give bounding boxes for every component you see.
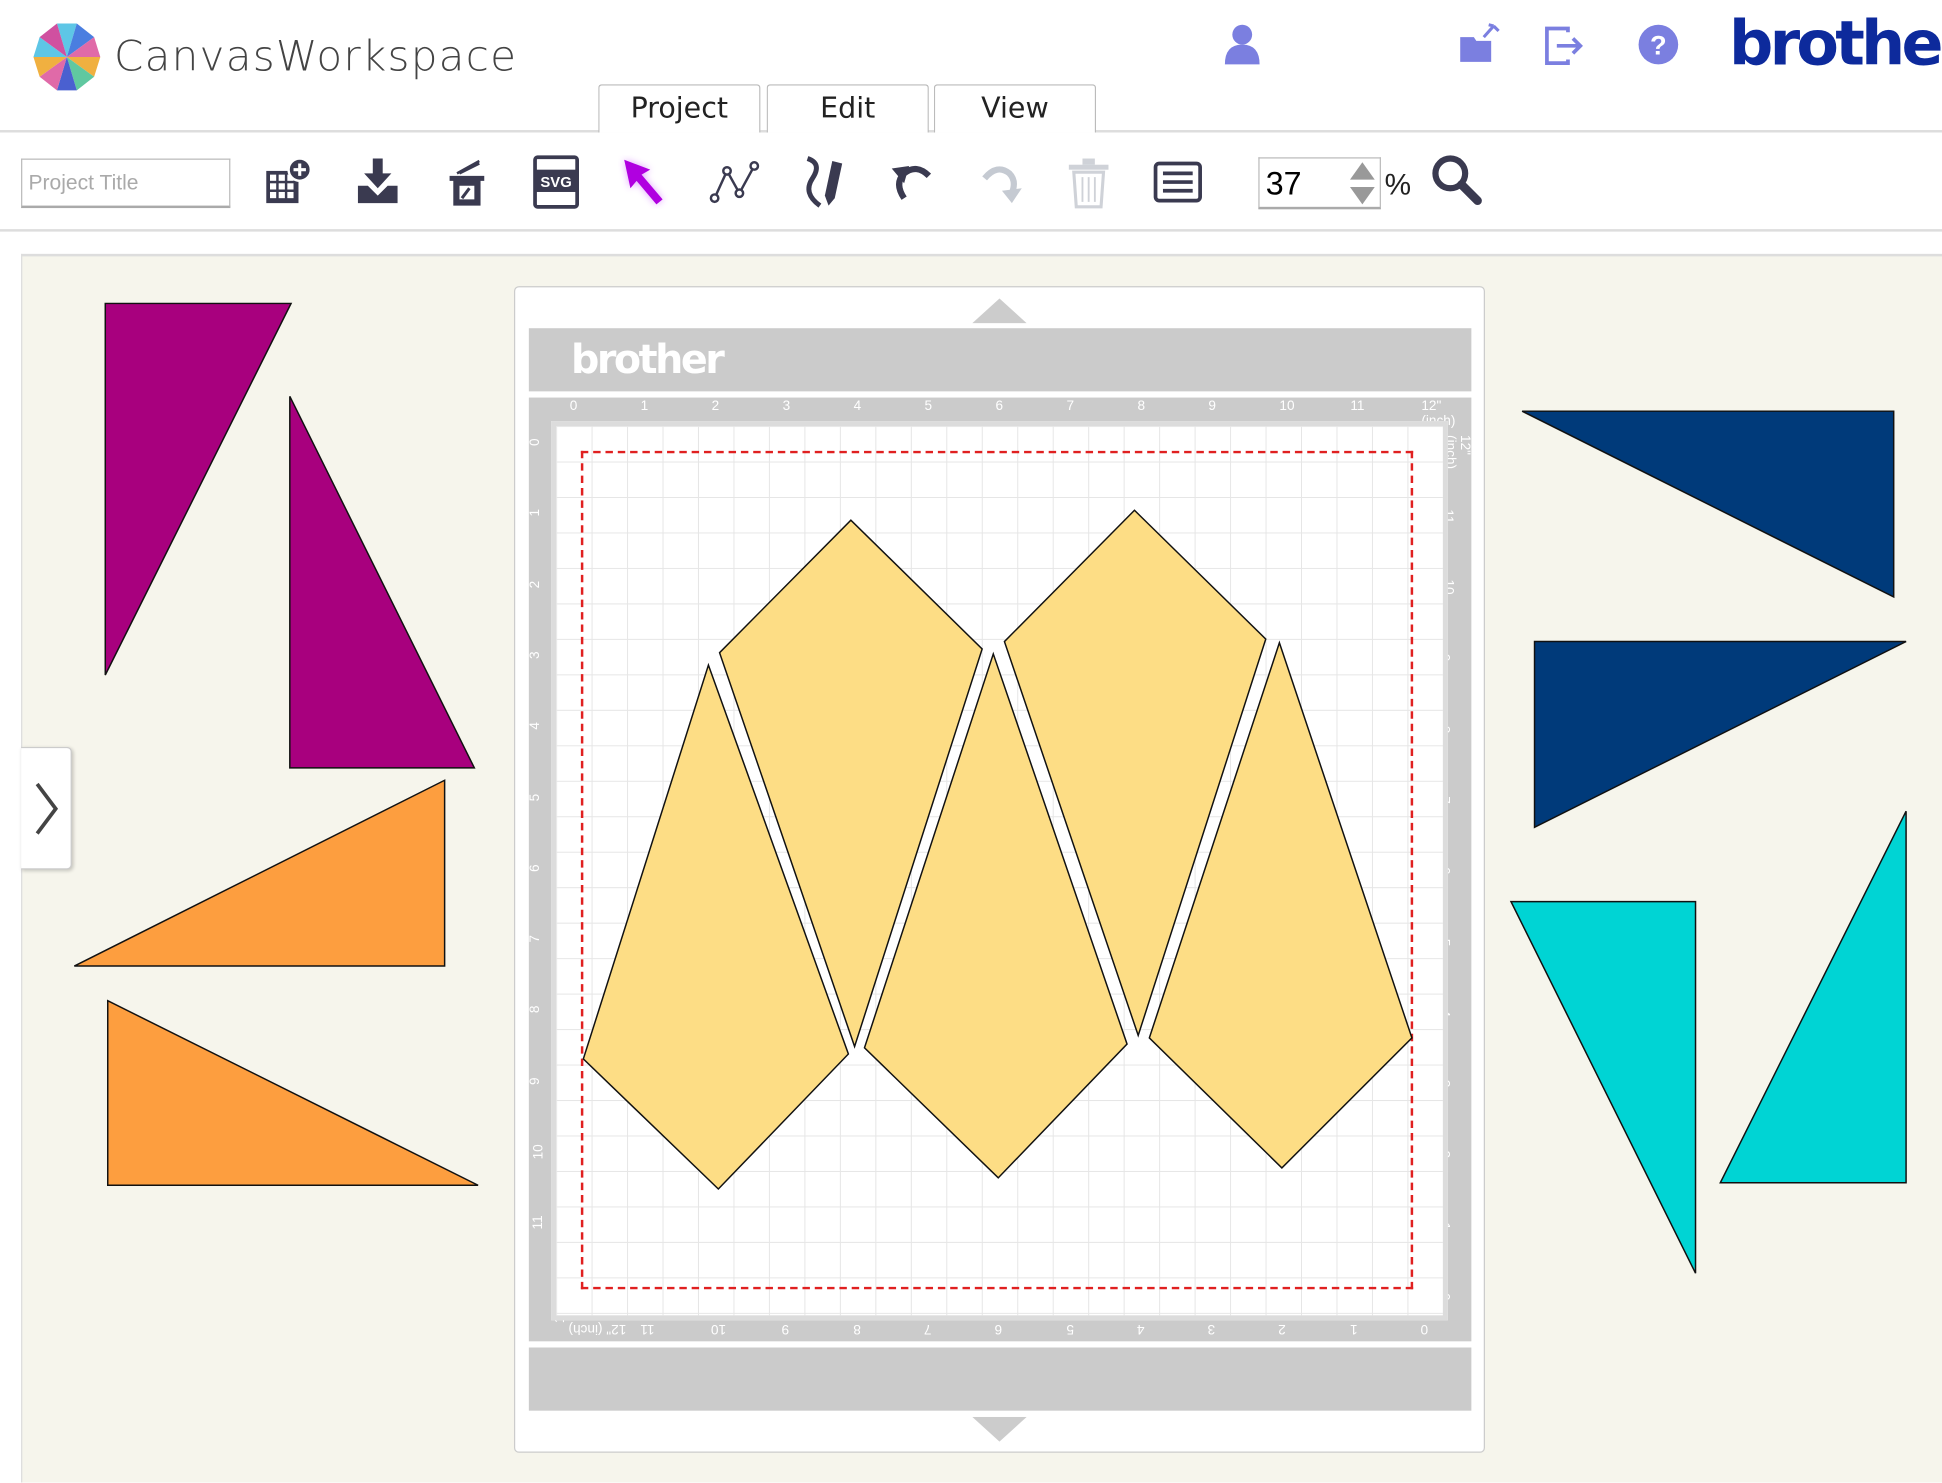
magenta-triangle[interactable] <box>289 395 476 769</box>
cyan-triangle[interactable] <box>1719 810 1907 1184</box>
cyan-triangle[interactable] <box>1509 900 1697 1274</box>
navy-triangle[interactable] <box>1521 410 1895 599</box>
orange-triangle[interactable] <box>107 999 479 1187</box>
navy-triangle[interactable] <box>1533 640 1907 829</box>
orange-triangle[interactable] <box>73 779 446 967</box>
magenta-triangle[interactable] <box>104 302 293 676</box>
shapes-layer <box>73 302 1907 1274</box>
